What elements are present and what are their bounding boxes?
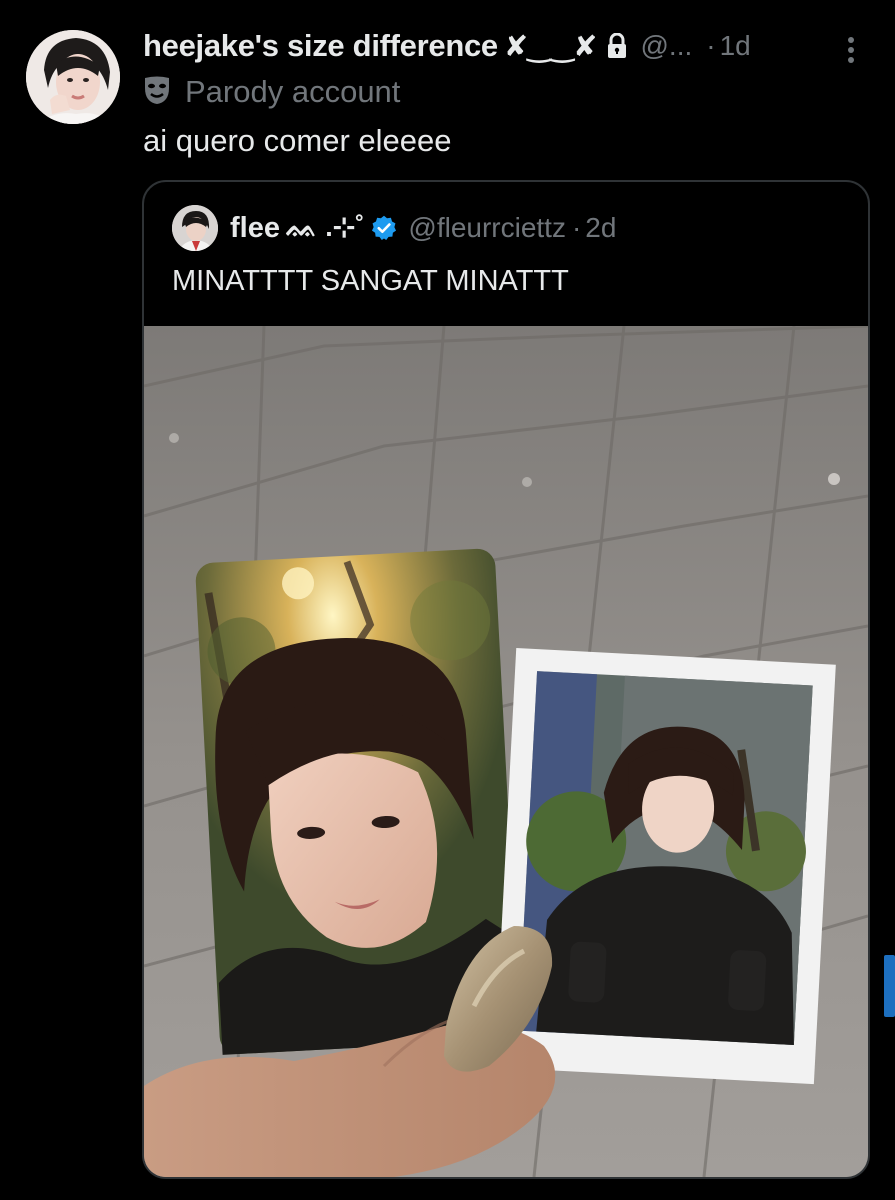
verified-badge-icon <box>370 214 398 242</box>
quoted-author-avatar[interactable] <box>172 205 218 251</box>
scroll-indicator[interactable] <box>884 955 895 1017</box>
tweet-header: heejake's size difference ✘‿‿✘ @... · 1d <box>143 26 865 66</box>
tweet-text: ai quero comer eleeee <box>143 123 452 158</box>
more-vertical-icon[interactable] <box>837 34 865 66</box>
author-handle[interactable]: @... <box>640 30 692 62</box>
quoted-tweet-timestamp[interactable]: 2d <box>585 212 616 244</box>
quoted-tweet-header: flee ᨐ .⊹˚ @fleurrciettz · 2d <box>172 204 616 252</box>
tweet-timestamp[interactable]: 1d <box>720 30 751 62</box>
quoted-tweet-photo[interactable] <box>144 326 868 1177</box>
mask-icon <box>143 75 171 110</box>
quoted-author-display-name[interactable]: flee <box>230 212 280 245</box>
quoted-author-handle[interactable]: @fleurrciettz <box>408 212 566 244</box>
quoted-author-name-decoration: ᨐ .⊹˚ <box>285 212 365 242</box>
author-avatar[interactable] <box>26 30 120 124</box>
parody-account-label: Parody account <box>185 74 401 109</box>
quoted-tweet-card[interactable]: flee ᨐ .⊹˚ @fleurrciettz · 2d MINATTTT S… <box>142 180 870 1179</box>
author-name-decoration: ✘‿‿✘ <box>503 30 598 63</box>
parody-label-row: Parody account <box>143 72 400 112</box>
quoted-time-separator: · <box>571 212 582 243</box>
lock-icon <box>606 33 628 59</box>
time-separator: · <box>706 30 716 61</box>
quoted-tweet-text: MINATTTT SANGAT MINATTT <box>172 265 569 297</box>
author-display-name[interactable]: heejake's size difference <box>143 28 498 64</box>
